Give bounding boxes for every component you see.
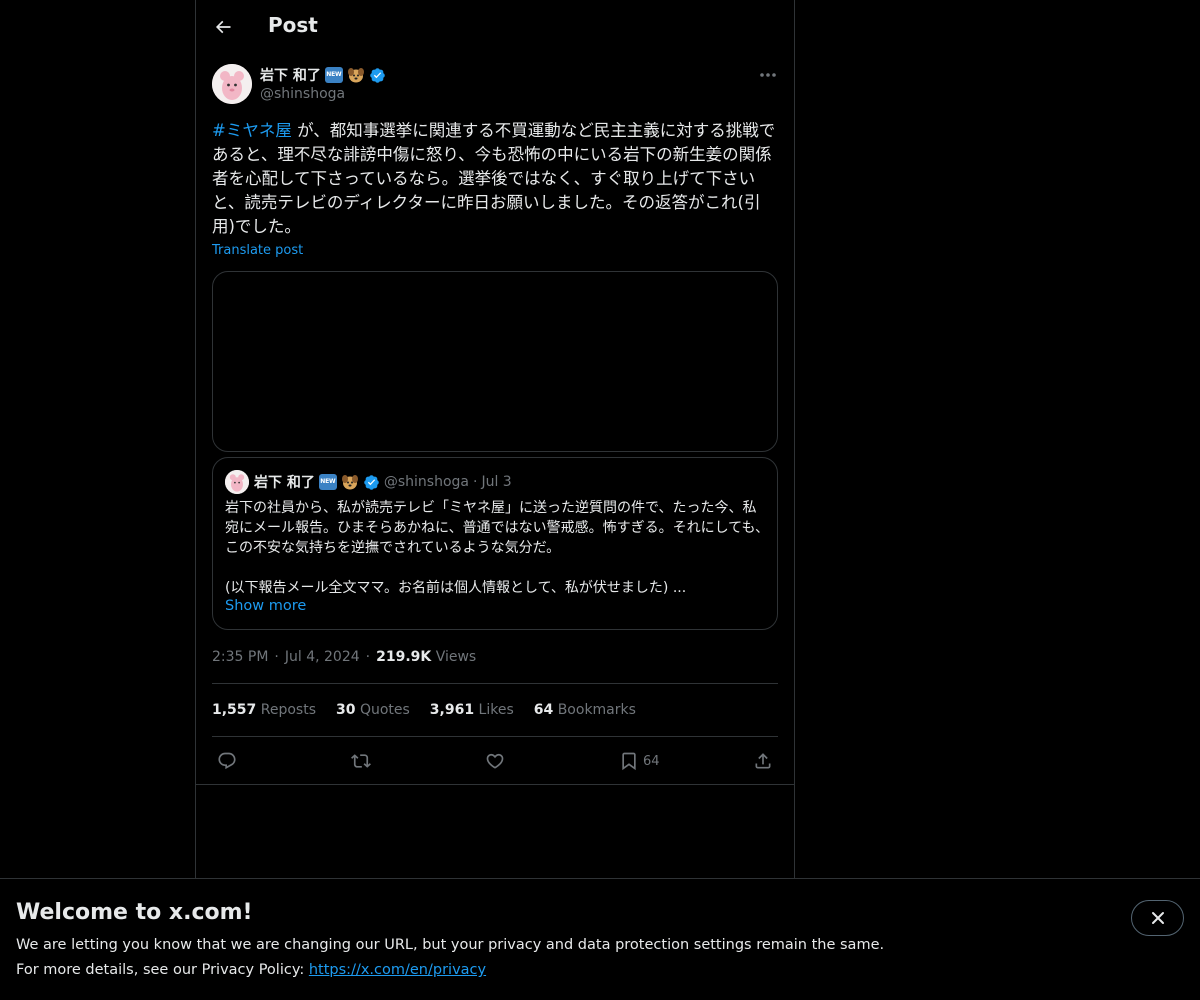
close-banner-button[interactable]: [1131, 900, 1184, 936]
hashtag-link[interactable]: #ミヤネ屋: [212, 121, 292, 140]
quotes-stat[interactable]: 30 Quotes: [336, 702, 410, 718]
reposts-stat[interactable]: 1,557 Reposts: [212, 702, 316, 718]
author-info: 岩下 和了 NEW @shinshoga: [260, 65, 386, 102]
banner-policy-line: For more details, see our Privacy Policy…: [16, 962, 486, 978]
separator-dot: ·: [365, 649, 371, 665]
author-handle[interactable]: @shinshoga: [260, 86, 386, 102]
separator-dot: ·: [274, 649, 279, 665]
quote-author-name: 岩下 和了: [254, 475, 315, 491]
share-icon: [755, 753, 771, 769]
new-badge-icon: NEW: [318, 474, 337, 490]
post-time[interactable]: 2:35 PM: [212, 649, 268, 665]
quote-author-handle: @shinshoga: [383, 474, 470, 490]
page-title: Post: [268, 13, 318, 37]
dog-emoji-icon: [341, 475, 358, 490]
translate-post-link[interactable]: Translate post: [212, 243, 303, 258]
views-label: Views: [435, 649, 477, 665]
bookmarks-stat[interactable]: 64 Bookmarks: [534, 702, 636, 718]
reply-icon: [218, 752, 236, 770]
more-horizontal-icon: [760, 73, 776, 77]
verified-badge-icon: [370, 67, 385, 83]
dog-emoji-icon: [347, 68, 364, 83]
views-count: 219.9K: [376, 649, 432, 665]
banner-policy-prefix: For more details, see our Privacy Policy…: [16, 962, 309, 978]
divider: [212, 683, 778, 684]
privacy-policy-link[interactable]: https://x.com/en/privacy: [309, 962, 486, 978]
action-bar: 64: [196, 745, 794, 777]
page-header: Post: [196, 0, 794, 54]
divider: [212, 736, 778, 737]
engagement-stats: 1,557 Reposts 30 Quotes 3,961 Likes 64 B…: [212, 700, 636, 720]
bookmark-count: 64: [643, 753, 660, 769]
bookmark-button[interactable]: 64: [619, 745, 660, 777]
post-text: #ミヤネ屋 が、都知事選挙に関連する不買運動など民主主義に対する挑戦であると、理…: [212, 119, 778, 239]
mascot-avatar-icon: [212, 64, 252, 104]
repost-button[interactable]: [351, 745, 371, 777]
author-name[interactable]: 岩下 和了: [260, 65, 321, 85]
banner-message: We are letting you know that we are chan…: [16, 937, 885, 953]
post-column: Post 岩下 和了 NEW @shinshoga #ミヤネ屋 が、都知事選挙に…: [195, 0, 795, 878]
post-body: が、都知事選挙に関連する不買運動など民主主義に対する挑戦であると、理不尽な誹謗中…: [212, 121, 776, 236]
like-button[interactable]: [485, 745, 505, 777]
quote-text: 岩下の社員から、私が読売テレビ「ミヤネ屋」に送った逆質問の件で、たった今、私宛に…: [225, 498, 770, 598]
bookmark-icon: [622, 752, 636, 771]
author-avatar[interactable]: [212, 64, 252, 104]
post-date[interactable]: Jul 4, 2024: [285, 649, 360, 665]
likes-stat[interactable]: 3,961 Likes: [430, 702, 514, 718]
quote-author-avatar: [225, 470, 249, 494]
share-button[interactable]: [753, 745, 773, 777]
quote-date: Jul 3: [481, 474, 512, 490]
banner-title: Welcome to x.com!: [16, 900, 253, 925]
quote-paragraph-2: (以下報告メール全文ママ。お名前は個人情報として、私が伏せました) ...: [225, 580, 687, 596]
show-more-link[interactable]: Show more: [225, 598, 306, 614]
verified-badge-icon: [364, 474, 379, 490]
welcome-banner: Welcome to x.com! We are letting you kno…: [0, 878, 1200, 1000]
back-button[interactable]: [205, 9, 241, 45]
mascot-avatar-icon: [225, 470, 249, 494]
divider: [196, 784, 794, 785]
quote-paragraph-1: 岩下の社員から、私が読売テレビ「ミヤネ屋」に送った逆質問の件で、たった今、私宛に…: [225, 500, 770, 556]
heart-icon: [486, 753, 504, 769]
close-icon: [1151, 912, 1164, 924]
repost-icon: [351, 754, 371, 768]
media-placeholder[interactable]: [212, 271, 778, 452]
arrow-left-icon: [215, 20, 231, 34]
reply-button[interactable]: [217, 745, 237, 777]
more-options-button[interactable]: [752, 64, 784, 86]
post-meta: 2:35 PM · Jul 4, 2024 · 219.9K Views: [212, 647, 476, 667]
quote-header: 岩下 和了 NEW @shinshoga · Jul 3: [254, 472, 512, 492]
separator-dot: ·: [473, 474, 478, 490]
new-badge-icon: NEW: [324, 67, 343, 83]
quoted-post[interactable]: 岩下 和了 NEW @shinshoga · Jul 3 岩下の社員から、私が読…: [212, 457, 778, 630]
